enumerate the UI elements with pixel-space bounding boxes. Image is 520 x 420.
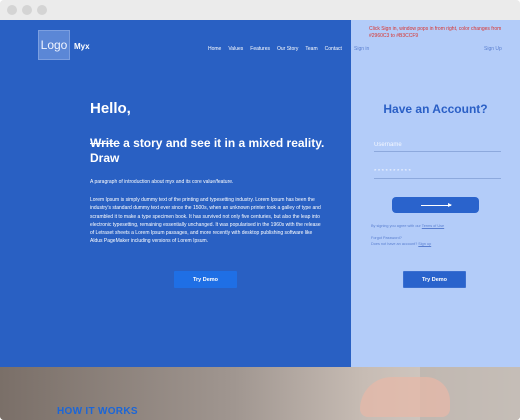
terms-prefix: By signing you agree with our bbox=[371, 224, 422, 228]
main-nav: Home Values Features Our Story Team Cont… bbox=[208, 46, 349, 52]
nav-item-contact[interactable]: Contact bbox=[325, 46, 342, 52]
browser-window: Logo Myx Home Values Features Our Story … bbox=[0, 0, 520, 420]
sign-in-link[interactable]: Sign in bbox=[354, 46, 369, 52]
hero-headline: Write a story and see it in a mixed real… bbox=[90, 136, 340, 166]
window-maximize-dot[interactable] bbox=[37, 5, 47, 15]
hero-body-text: Lorem Ipsum is simply dummy text of the … bbox=[90, 197, 321, 245]
terms-of-use-link[interactable]: Terms of Use bbox=[422, 224, 444, 228]
hero-intro: A paragraph of introduction about myx an… bbox=[90, 179, 234, 185]
try-demo-button[interactable]: Try Demo bbox=[174, 271, 237, 288]
signin-panel bbox=[351, 20, 520, 367]
password-input[interactable] bbox=[374, 165, 501, 179]
window-minimize-dot[interactable] bbox=[22, 5, 32, 15]
try-demo-button-panel[interactable]: Try Demo bbox=[403, 271, 466, 288]
page-viewport: Logo Myx Home Values Features Our Story … bbox=[0, 20, 520, 420]
brand-name[interactable]: Myx bbox=[74, 42, 90, 51]
no-account-prefix: Does not have an account? bbox=[371, 242, 419, 246]
nav-item-features[interactable]: Features bbox=[250, 46, 270, 52]
sign-up-inline-link[interactable]: Sign up bbox=[418, 242, 431, 246]
logo[interactable]: Logo bbox=[38, 30, 70, 60]
hero-greeting: Hello, bbox=[90, 100, 131, 117]
browser-title-bar bbox=[0, 0, 520, 20]
window-close-dot[interactable] bbox=[7, 5, 17, 15]
terms-notice: By signing you agree with our Terms of U… bbox=[371, 224, 444, 228]
nav-item-home[interactable]: Home bbox=[208, 46, 221, 52]
submit-signin-button[interactable] bbox=[392, 197, 479, 213]
nav-item-team[interactable]: Team bbox=[305, 46, 317, 52]
design-annotation-note: Click Sign in, window pops in from right… bbox=[369, 26, 502, 39]
username-input[interactable] bbox=[374, 138, 501, 152]
nav-item-our-story[interactable]: Our Story bbox=[277, 46, 298, 52]
hand-image bbox=[360, 377, 450, 417]
hero-section bbox=[0, 20, 351, 367]
how-it-works-section: HOW IT WORKS bbox=[0, 367, 520, 420]
sign-up-link[interactable]: Sign Up bbox=[484, 46, 502, 52]
nav-item-values[interactable]: Values bbox=[228, 46, 243, 52]
account-help: Forgot Password? Does not have an accoun… bbox=[371, 235, 431, 247]
arrow-right-icon bbox=[420, 202, 452, 207]
how-it-works-title: HOW IT WORKS bbox=[57, 406, 138, 417]
headline-text: a story and see it in a mixed reality. D… bbox=[90, 136, 325, 165]
account-title: Have an Account? bbox=[383, 102, 488, 116]
headline-struck-word: Write bbox=[90, 136, 120, 150]
